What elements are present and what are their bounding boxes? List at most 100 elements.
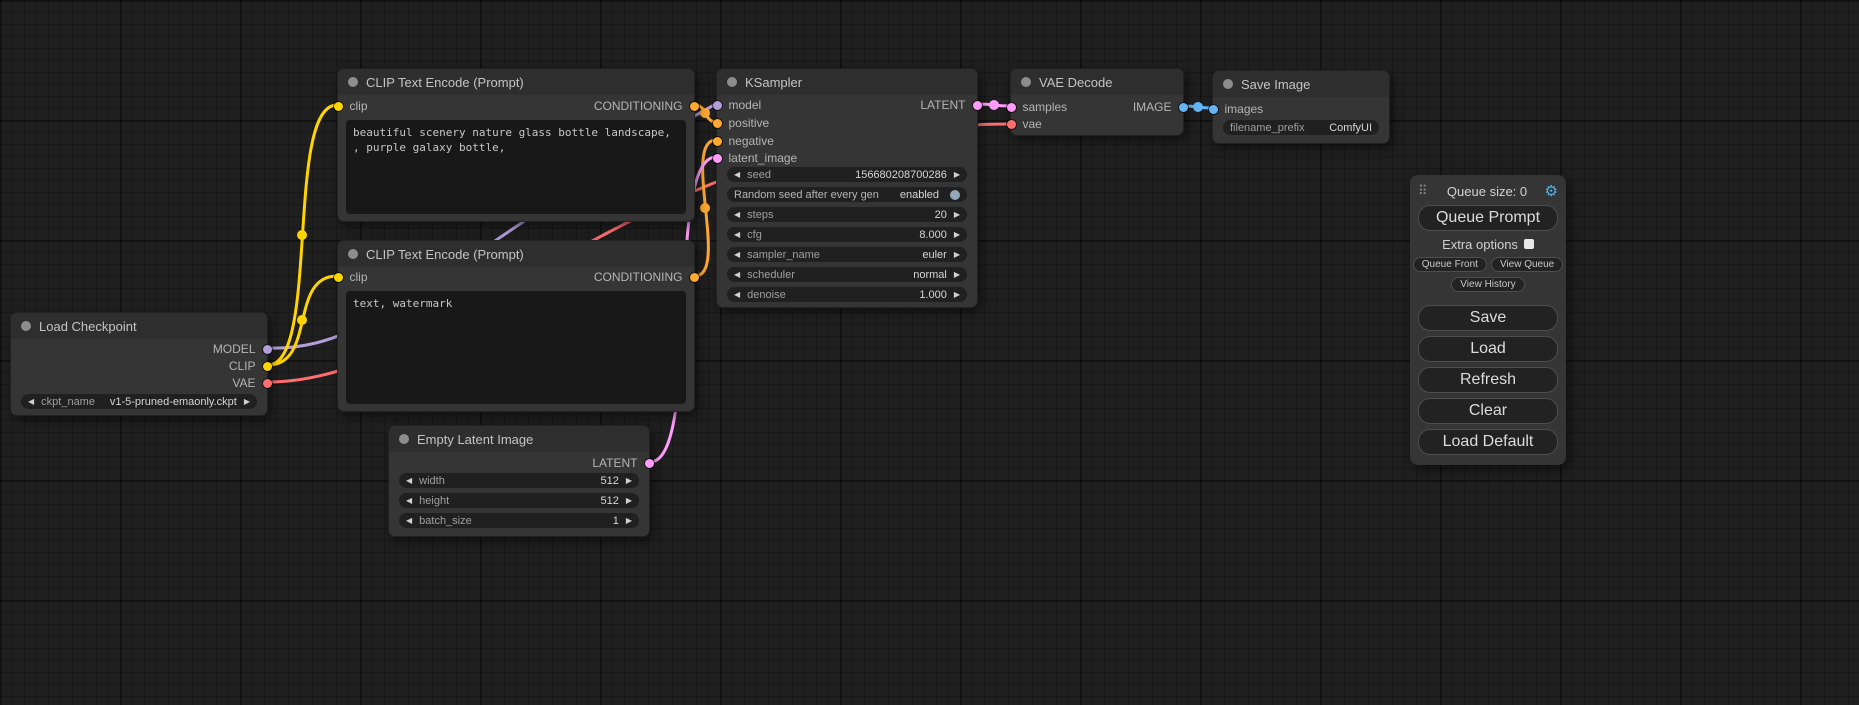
slot-label: MODEL (213, 342, 256, 356)
vae-input-dot[interactable] (1007, 120, 1016, 129)
queue-prompt-button[interactable]: Queue Prompt (1418, 205, 1558, 231)
latent-output-dot[interactable] (973, 101, 982, 110)
widget-ckpt-name[interactable]: ◀ ckpt_name v1-5-pruned-emaonly.ckpt ▶ (21, 394, 257, 409)
node-clip-text-encode-negative[interactable]: CLIP Text Encode (Prompt) clip CONDITION… (337, 240, 695, 412)
increment-icon[interactable]: ▶ (626, 513, 632, 528)
collapse-icon[interactable] (1223, 79, 1233, 89)
view-history-button[interactable]: View History (1451, 277, 1524, 292)
decrement-icon[interactable]: ◀ (734, 167, 740, 182)
slot-label: model (729, 98, 762, 112)
image-output-dot[interactable] (1179, 103, 1188, 112)
positive-prompt-textarea[interactable]: beautiful scenery nature glass bottle la… (346, 120, 686, 214)
collapse-icon[interactable] (1021, 77, 1031, 87)
increment-icon[interactable]: ▶ (954, 227, 960, 242)
latent-output-dot[interactable] (645, 459, 654, 468)
widget-filename-prefix[interactable]: filename_prefix ComfyUI (1223, 120, 1379, 135)
node-vae-decode[interactable]: VAE Decode samples vae IMAGE (1010, 68, 1184, 136)
decrement-icon[interactable]: ◀ (734, 267, 740, 282)
slot-label: VAE (232, 376, 255, 390)
node-load-checkpoint[interactable]: Load Checkpoint MODEL CLIP VAE ◀ ckpt_na… (10, 312, 268, 416)
widget-width[interactable]: ◀ width 512 ▶ (399, 473, 639, 488)
clip-input-dot[interactable] (334, 102, 343, 111)
conditioning-output-dot[interactable] (690, 102, 699, 111)
images-input-dot[interactable] (1209, 105, 1218, 114)
decrement-icon[interactable]: ◀ (734, 247, 740, 262)
vae-output-dot[interactable] (263, 379, 272, 388)
load-button[interactable]: Load (1418, 336, 1558, 362)
model-output-dot[interactable] (263, 345, 272, 354)
load-default-button[interactable]: Load Default (1418, 429, 1558, 455)
clip-input-dot[interactable] (334, 273, 343, 282)
increment-icon[interactable]: ▶ (626, 493, 632, 508)
extra-options-checkbox[interactable] (1524, 239, 1534, 249)
widget-batch-size[interactable]: ◀ batch_size 1 ▶ (399, 513, 639, 528)
increment-icon[interactable]: ▶ (954, 247, 960, 262)
save-button[interactable]: Save (1418, 305, 1558, 331)
widget-seed[interactable]: ◀ seed 156680208700286 ▶ (727, 167, 967, 182)
decrement-icon[interactable]: ◀ (406, 493, 412, 508)
node-clip-text-encode-positive[interactable]: CLIP Text Encode (Prompt) clip CONDITION… (337, 68, 695, 222)
widget-value: euler (922, 249, 946, 261)
node-titlebar[interactable]: KSampler (717, 69, 977, 95)
widget-name: height (419, 495, 449, 507)
extra-options-label: Extra options (1442, 237, 1518, 252)
history-row: View History (1418, 277, 1558, 292)
increment-icon[interactable]: ▶ (954, 267, 960, 282)
node-titlebar[interactable]: VAE Decode (1011, 69, 1183, 95)
view-queue-button[interactable]: View Queue (1491, 257, 1563, 272)
increment-icon[interactable]: ▶ (954, 287, 960, 302)
decrement-icon[interactable]: ◀ (734, 227, 740, 242)
node-titlebar[interactable]: Empty Latent Image (389, 426, 649, 452)
latent-image-input-dot[interactable] (713, 154, 722, 163)
input-slot-model: model (717, 98, 761, 112)
node-titlebar[interactable]: Load Checkpoint (11, 313, 267, 339)
model-input-dot[interactable] (713, 101, 722, 110)
collapse-icon[interactable] (21, 321, 31, 331)
settings-gear-icon[interactable]: ⚙ (1545, 182, 1558, 200)
decrement-icon[interactable]: ◀ (734, 207, 740, 222)
conditioning-output-dot[interactable] (690, 273, 699, 282)
node-save-image[interactable]: Save Image images filename_prefix ComfyU… (1212, 70, 1390, 144)
widget-random-seed-toggle[interactable]: Random seed after every gen enabled (727, 187, 967, 202)
negative-prompt-textarea[interactable]: text, watermark (346, 291, 686, 404)
collapse-icon[interactable] (348, 249, 358, 259)
slot-label: clip (350, 270, 368, 284)
decrement-icon[interactable]: ◀ (734, 287, 740, 302)
node-titlebar[interactable]: CLIP Text Encode (Prompt) (338, 69, 694, 95)
collapse-icon[interactable] (399, 434, 409, 444)
increment-icon[interactable]: ▶ (954, 207, 960, 222)
collapse-icon[interactable] (348, 77, 358, 87)
slot-label: images (1225, 102, 1264, 116)
increment-icon[interactable]: ▶ (244, 394, 250, 409)
increment-icon[interactable]: ▶ (626, 473, 632, 488)
refresh-button[interactable]: Refresh (1418, 367, 1558, 393)
queue-front-button[interactable]: Queue Front (1413, 257, 1487, 272)
widget-cfg[interactable]: ◀ cfg 8.000 ▶ (727, 227, 967, 242)
clear-button[interactable]: Clear (1418, 398, 1558, 424)
clip-output-dot[interactable] (263, 362, 272, 371)
node-titlebar[interactable]: Save Image (1213, 71, 1389, 97)
widget-scheduler[interactable]: ◀ scheduler normal ▶ (727, 267, 967, 282)
widget-value: 20 (935, 209, 947, 221)
node-titlebar[interactable]: CLIP Text Encode (Prompt) (338, 241, 694, 267)
node-ksampler[interactable]: KSampler model positive negative latent_… (716, 68, 978, 308)
widget-height[interactable]: ◀ height 512 ▶ (399, 493, 639, 508)
widget-steps[interactable]: ◀ steps 20 ▶ (727, 207, 967, 222)
decrement-icon[interactable]: ◀ (28, 394, 34, 409)
output-slot-vae: VAE (232, 376, 267, 390)
toggle-knob-icon[interactable] (950, 190, 960, 200)
decrement-icon[interactable]: ◀ (406, 473, 412, 488)
node-empty-latent-image[interactable]: Empty Latent Image LATENT ◀ width 512 ▶ … (388, 425, 650, 537)
widget-sampler-name[interactable]: ◀ sampler_name euler ▶ (727, 247, 967, 262)
negative-input-dot[interactable] (713, 137, 722, 146)
graph-canvas[interactable]: { "colors": { "model": "#B39DDB", "clip"… (0, 0, 1859, 705)
positive-input-dot[interactable] (713, 119, 722, 128)
samples-input-dot[interactable] (1007, 103, 1016, 112)
increment-icon[interactable]: ▶ (954, 167, 960, 182)
widget-denoise[interactable]: ◀ denoise 1.000 ▶ (727, 287, 967, 302)
collapse-icon[interactable] (727, 77, 737, 87)
input-slot-clip: clip (338, 99, 368, 113)
drag-handle-icon[interactable]: ⠿ (1418, 183, 1428, 199)
widget-value: 8.000 (919, 229, 947, 241)
decrement-icon[interactable]: ◀ (406, 513, 412, 528)
